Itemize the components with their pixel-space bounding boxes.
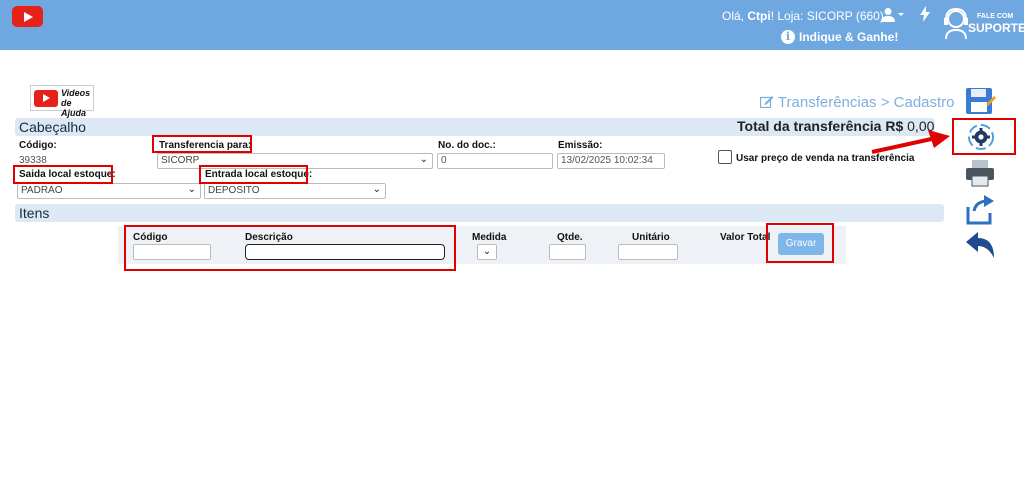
chevron-down-icon: ⌄ xyxy=(372,184,381,195)
item-unitario-input[interactable] xyxy=(618,244,678,260)
greeting-prefix: Olá, xyxy=(722,9,745,23)
save-icon[interactable] xyxy=(964,86,996,116)
videos-ajuda-label: Videos de Ajuda xyxy=(61,88,91,118)
item-medida-label: Medida xyxy=(472,232,507,243)
chevron-down-icon: ⌄ xyxy=(419,154,428,165)
emissao-input[interactable]: 13/02/2025 10:02:34 xyxy=(557,153,665,169)
transferencia-value: SICORP xyxy=(161,155,200,166)
gear-icon[interactable] xyxy=(966,122,996,152)
videos-ajuda-button[interactable]: Videos de Ajuda xyxy=(30,85,94,118)
codigo-label: Código: xyxy=(19,140,57,151)
item-qtde-input[interactable] xyxy=(549,244,586,260)
user-name: Ctpi xyxy=(747,9,771,23)
item-medida-select[interactable]: ⌄ xyxy=(477,244,497,260)
item-unitario-label: Unitário xyxy=(632,232,670,243)
entrada-value: DEPOSITO xyxy=(208,185,260,196)
top-bar: Olá, Ctpi! Loja: SICORP (660) i Indique … xyxy=(0,0,1024,50)
highlight-item-fields xyxy=(124,225,456,271)
usar-preco-checkbox[interactable] xyxy=(718,150,732,164)
cabecalho-title: Cabeçalho xyxy=(19,119,86,135)
printer-icon[interactable] xyxy=(964,158,996,188)
headset-icon xyxy=(944,7,968,40)
item-valor-total-label: Valor Total xyxy=(720,232,771,243)
edit-icon xyxy=(759,96,774,109)
greeting: Olá, Ctpi! Loja: SICORP (660) xyxy=(722,9,884,23)
page-title: Transferências > Cadastro xyxy=(759,94,955,111)
youtube-icon xyxy=(34,90,58,107)
export-icon[interactable] xyxy=(964,195,996,225)
highlight-gravar xyxy=(766,223,834,263)
usar-preco-label: Usar preço de venda na transferência xyxy=(736,153,915,164)
support-big-label: SUPORTE xyxy=(968,21,1024,35)
emissao-label: Emissão: xyxy=(558,140,603,151)
saida-value: PADRAO xyxy=(21,185,63,196)
indique-link[interactable]: i Indique & Ganhe! xyxy=(781,30,898,44)
chevron-down-icon: ⌄ xyxy=(482,246,492,257)
highlight-transferencia xyxy=(152,135,252,153)
support-small-label: FALE COM xyxy=(977,13,1014,20)
saida-select[interactable]: PADRAO ⌄ xyxy=(17,183,201,199)
support-button[interactable]: FALE COM SUPORTE xyxy=(940,6,1024,42)
highlight-entrada xyxy=(199,165,308,184)
back-icon[interactable] xyxy=(964,230,996,260)
store-name: ! Loja: SICORP (660) xyxy=(770,9,884,23)
indique-label: Indique & Ganhe! xyxy=(799,30,899,44)
nodoc-label: No. do doc.: xyxy=(438,140,496,151)
info-icon: i xyxy=(781,30,795,44)
item-qtde-label: Qtde. xyxy=(557,232,583,243)
nodoc-input[interactable]: 0 xyxy=(437,153,553,169)
user-menu-icon[interactable] xyxy=(880,7,904,23)
entrada-select[interactable]: DEPOSITO ⌄ xyxy=(204,183,386,199)
youtube-icon[interactable] xyxy=(12,6,43,27)
highlight-saida xyxy=(13,165,113,184)
chevron-down-icon: ⌄ xyxy=(187,184,196,195)
itens-title: Itens xyxy=(19,205,50,221)
red-arrow-annotation xyxy=(871,130,950,154)
bolt-icon[interactable] xyxy=(920,6,930,25)
itens-bar xyxy=(15,204,944,222)
